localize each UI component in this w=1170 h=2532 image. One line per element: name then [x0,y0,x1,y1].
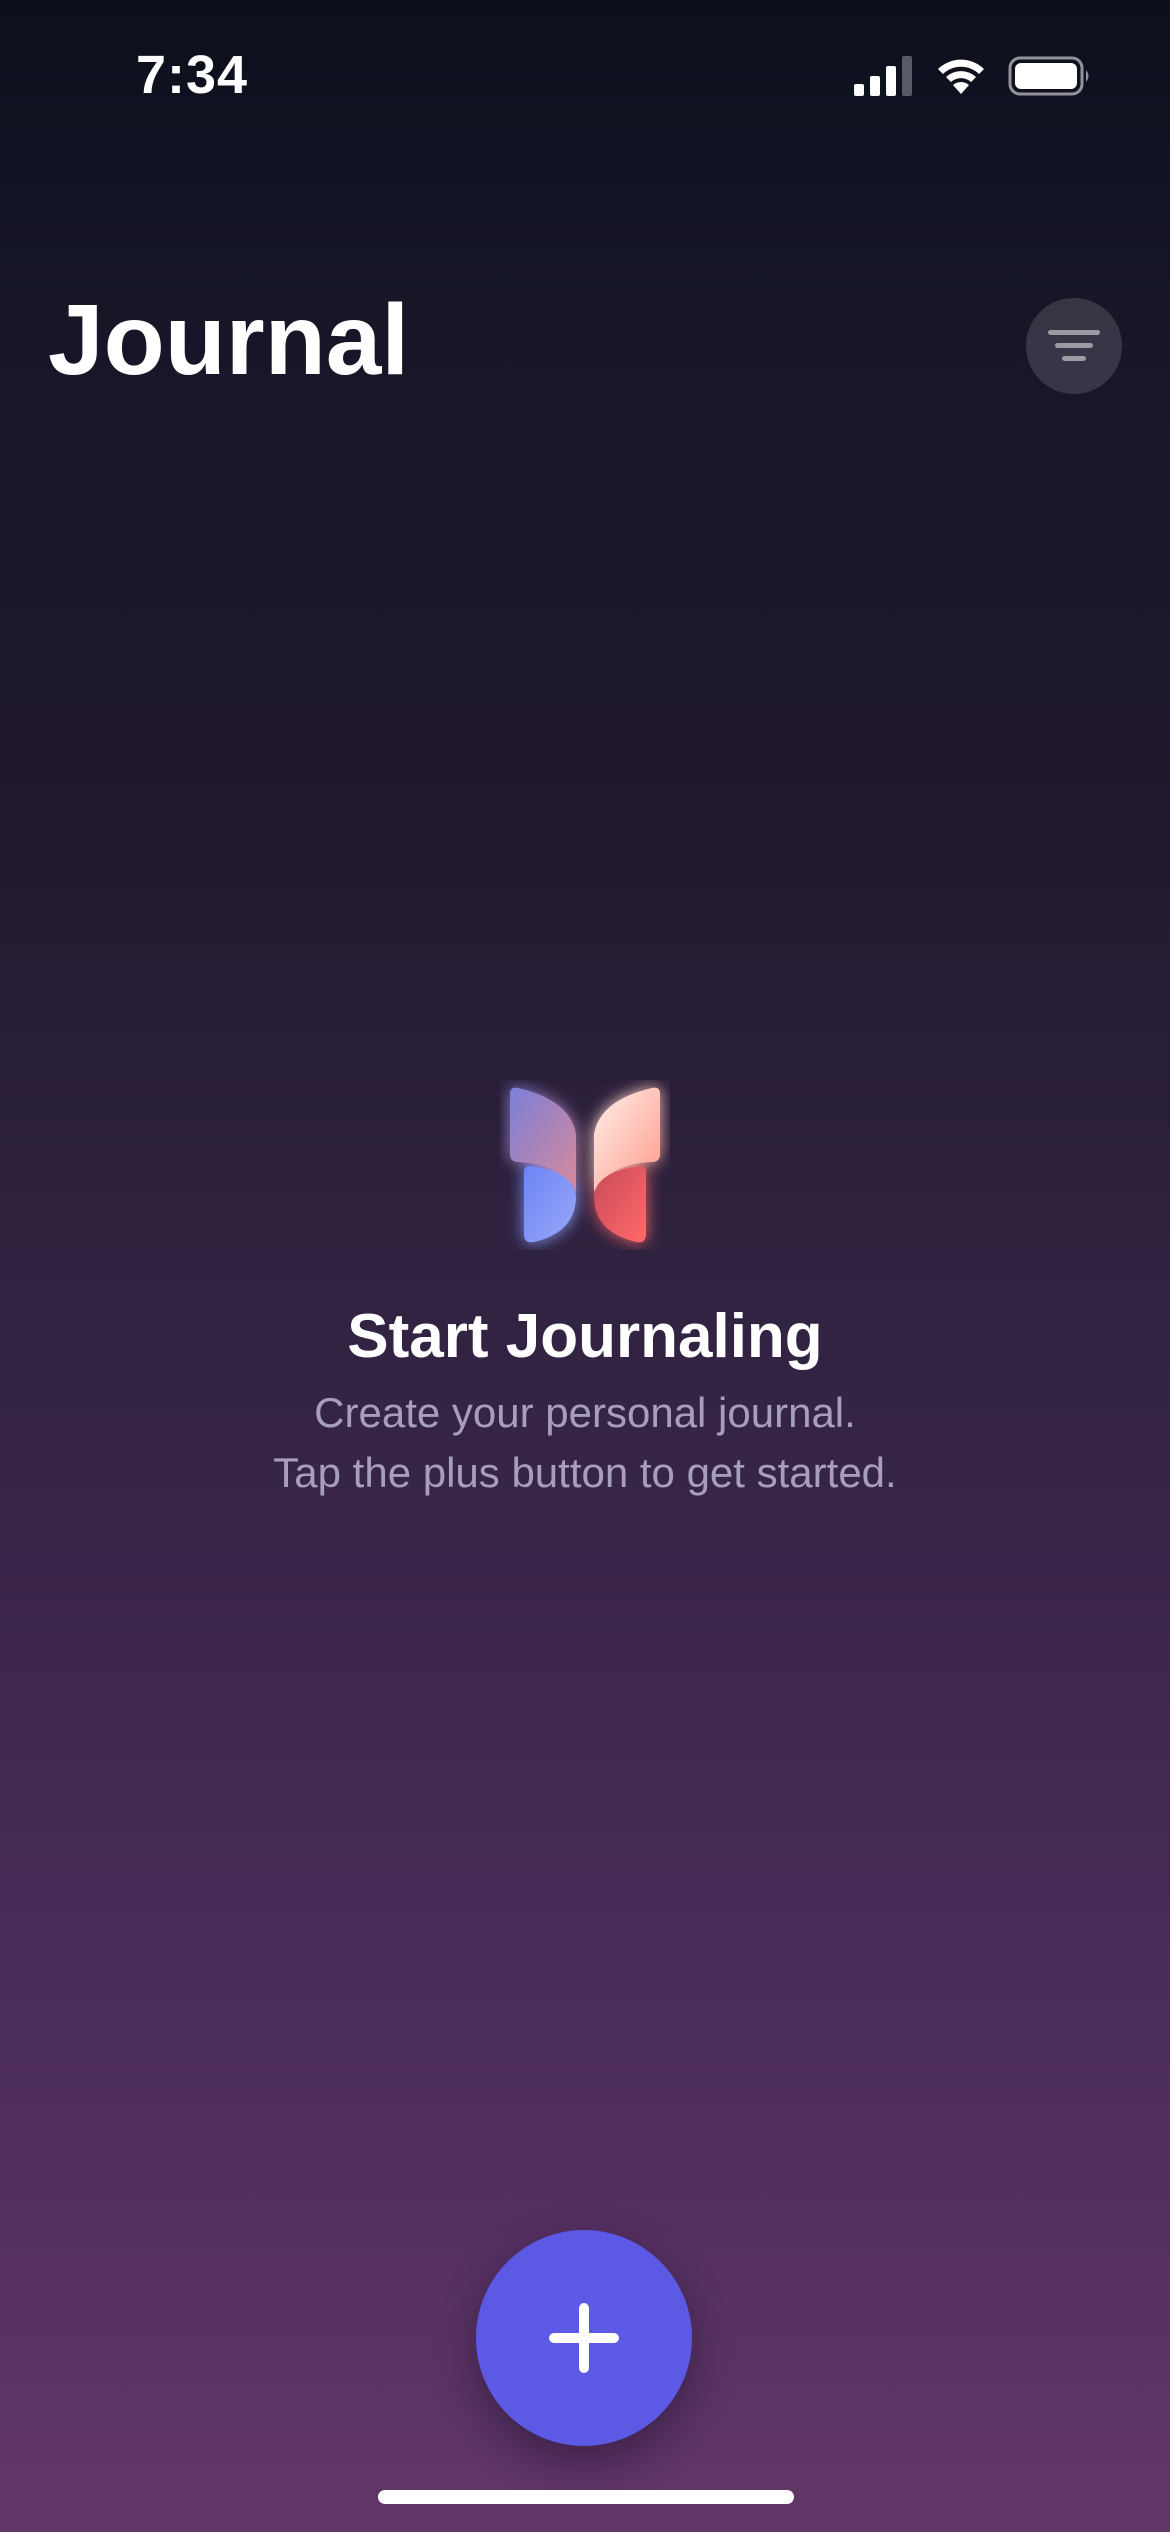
empty-state-title: Start Journaling [347,1302,823,1371]
journal-app-logo-icon [510,1087,660,1243]
battery-icon [1008,56,1089,96]
filter-button[interactable] [1026,298,1122,394]
cellular-signal-icon [854,56,912,96]
add-entry-button[interactable] [476,2230,692,2446]
empty-state-description-line-2: Tap the plus button to get started. [273,1449,897,1496]
filter-lines-icon [1048,330,1100,361]
home-indicator[interactable] [378,2490,794,2504]
status-time: 7:34 [136,45,249,105]
page-title: Journal [48,284,410,396]
status-bar: 7:34 [0,0,1170,150]
empty-state-description-line-1: Create your personal journal. [314,1389,856,1436]
wifi-icon [938,59,984,94]
plus-icon [549,2303,619,2373]
